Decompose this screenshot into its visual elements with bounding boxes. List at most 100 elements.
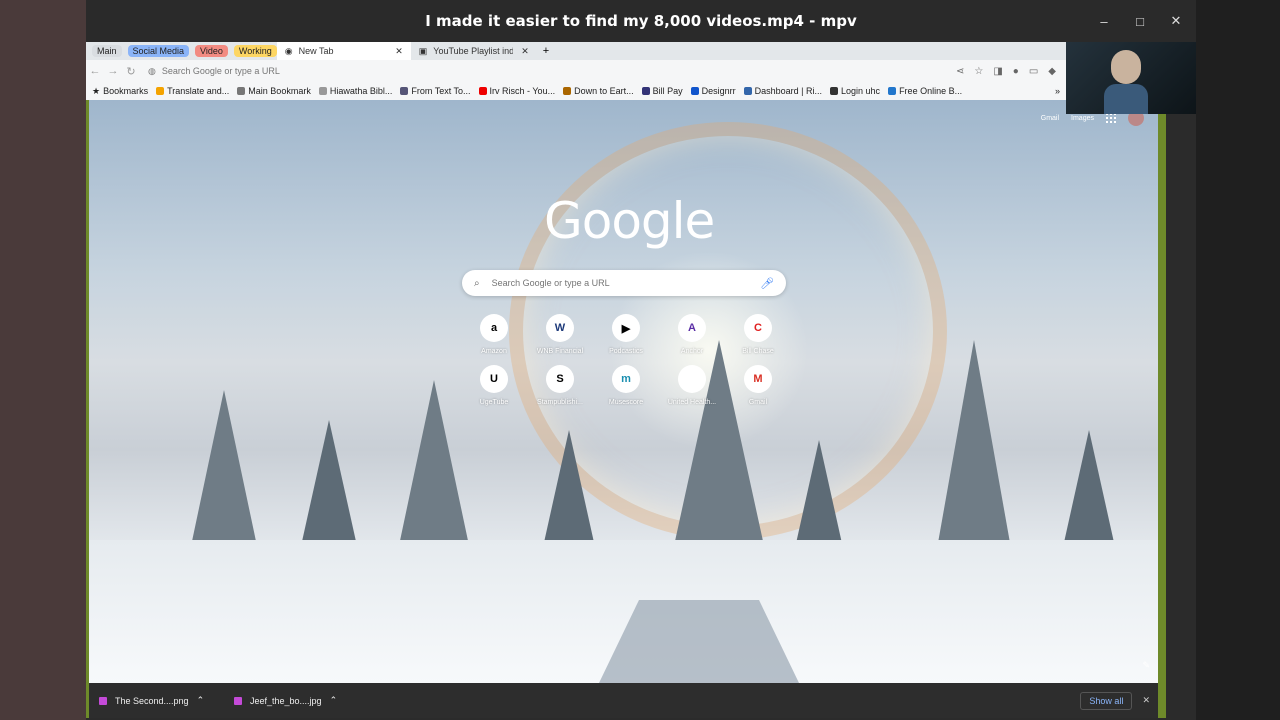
shortcut-label: UgeTube: [479, 399, 509, 406]
download-label: The Second....png: [115, 695, 189, 706]
extension-icon[interactable]: ●: [1013, 66, 1019, 77]
shortcut-label: Podcastics: [609, 348, 643, 355]
bookmark-item[interactable]: Designrr: [690, 86, 736, 96]
bookmark-label: Hiawatha Bibl...: [329, 86, 393, 96]
shortcut-bill-chase[interactable]: C Bill Chase: [725, 314, 791, 355]
bookmark-star-icon[interactable]: ☆: [974, 66, 983, 77]
show-all-button[interactable]: Show all: [1080, 691, 1133, 710]
shortcut-wnb-financial[interactable]: W WNB Financial: [527, 314, 593, 355]
extension-icon[interactable]: ◆: [1048, 66, 1056, 77]
browser-window: Main Social Media Video Working ◉ New Ta…: [86, 42, 1166, 718]
shortcut-label: Stampublishi...: [537, 399, 583, 406]
translate-icon: [156, 87, 165, 95]
bookmark-label: Bill Pay: [652, 86, 683, 96]
bookmark-item[interactable]: Bill Pay: [641, 86, 683, 96]
download-item[interactable]: Jeef_the_bo....jpg ⌃: [234, 695, 359, 706]
minimize-button[interactable]: –: [1092, 9, 1116, 33]
chevron-up-icon[interactable]: ⌃: [330, 695, 338, 706]
google-g-icon: ◍: [148, 65, 156, 76]
musescore-icon: m: [612, 365, 640, 393]
apps-grid-icon[interactable]: [1106, 113, 1116, 123]
image-file-icon: [99, 696, 107, 705]
tab-label: New Tab: [298, 46, 334, 56]
page-icon: ▣: [418, 45, 428, 56]
share-icon[interactable]: ⋖: [956, 66, 964, 77]
shortcut-stampublishing[interactable]: S Stampublishi...: [527, 365, 593, 406]
omnibox[interactable]: ◍ Search Google or type a URL: [148, 66, 828, 77]
youtube-icon: [478, 87, 487, 95]
reload-icon[interactable]: ↻: [122, 65, 140, 78]
tab-youtube-playlist[interactable]: ▣ YouTube Playlist index pa ✕: [411, 42, 537, 60]
bookmark-item[interactable]: Login uhc: [830, 86, 880, 96]
maximize-button[interactable]: □: [1128, 9, 1152, 33]
tab-close-icon[interactable]: ✕: [395, 46, 403, 57]
shortcut-united-health[interactable]: United Health...: [659, 365, 725, 406]
new-tab-icon[interactable]: +: [543, 45, 549, 57]
download-item[interactable]: The Second....png ⌃: [99, 695, 224, 706]
tab-group-social-media[interactable]: Social Media: [127, 45, 190, 57]
bookmark-item[interactable]: Irv Risch - You...: [478, 86, 556, 96]
shortcut-anchor[interactable]: A Anchor: [659, 314, 725, 355]
bookmark-label: Free Online B...: [899, 86, 963, 96]
united-health-icon: [678, 365, 706, 393]
login-icon: [830, 87, 839, 95]
tab-label: YouTube Playlist index pa: [433, 46, 514, 56]
shortcut-gmail[interactable]: M Gmail: [725, 365, 791, 406]
new-tab-page: Gmail Images Google ⌕ 🎤︎ a Amazon W WNB Fi…: [89, 100, 1158, 683]
bookmark-label: Login uhc: [841, 86, 881, 96]
shortcut-podcastics[interactable]: ▶ Podcastics: [593, 314, 659, 355]
customize-pencil-icon[interactable]: ✎: [1142, 660, 1150, 671]
bookmarks-bar: ★ Bookmarks Translate and... Main Bookmar…: [86, 82, 1066, 100]
tab-group-main[interactable]: Main: [92, 45, 122, 57]
address-bar: ← → ↻ ◍ Search Google or type a URL ⋖ ☆ …: [86, 60, 1066, 82]
bookmark-item[interactable]: Translate and...: [156, 86, 229, 96]
shortcut-amazon[interactable]: a Amazon: [461, 314, 527, 355]
images-link[interactable]: Images: [1071, 115, 1094, 122]
gmail-link[interactable]: Gmail: [1041, 115, 1059, 122]
close-download-bar-icon[interactable]: ✕: [1142, 695, 1150, 706]
tab-group-video[interactable]: Video: [195, 45, 228, 57]
tab-group-working[interactable]: Working: [233, 45, 277, 57]
shortcuts-grid: a Amazon W WNB Financial ▶ Podcastics A Anch…: [461, 314, 791, 406]
extension-icon[interactable]: ▭: [1029, 66, 1038, 77]
bookmark-item[interactable]: Free Online B...: [888, 86, 962, 96]
shortcut-ugetube[interactable]: U UgeTube: [461, 365, 527, 406]
search-icon: ⌕: [474, 277, 480, 289]
designrr-icon: [690, 87, 699, 95]
bookmark-label: Translate and...: [167, 86, 230, 96]
search-box[interactable]: ⌕ 🎤︎: [462, 270, 786, 296]
forward-icon[interactable]: →: [104, 65, 122, 77]
google-logo: Google: [544, 192, 715, 250]
star-icon: ★: [92, 85, 101, 96]
online-icon: [888, 87, 897, 95]
window-title: I made it easier to find my 8,000 videos…: [425, 12, 857, 30]
back-icon[interactable]: ←: [86, 65, 104, 77]
bookmark-item[interactable]: Hiawatha Bibl...: [318, 86, 393, 96]
bookmark-item[interactable]: Main Bookmark: [237, 86, 311, 96]
shortcut-musescore[interactable]: m Musescore: [593, 365, 659, 406]
bookmark-item[interactable]: Dashboard | Ri...: [743, 86, 823, 96]
close-button[interactable]: ✕: [1164, 9, 1188, 33]
bookmark-label: Irv Risch - You...: [489, 86, 556, 96]
bookmark-item[interactable]: ★ Bookmarks: [92, 86, 148, 97]
more-bookmarks-icon[interactable]: »: [1055, 86, 1060, 96]
shortcut-label: Gmail: [748, 399, 768, 406]
bookmark-item[interactable]: Down to Eart...: [563, 86, 634, 96]
bookmark-label: Designrr: [701, 86, 736, 96]
extension-icon[interactable]: ◨: [993, 66, 1002, 77]
bill-chase-icon: C: [744, 314, 772, 342]
shortcut-label: Amazon: [481, 348, 507, 355]
text-icon: [400, 87, 409, 95]
search-input[interactable]: [489, 277, 744, 289]
bookmark-label: Main Bookmark: [248, 86, 311, 96]
stampublishing-icon: S: [546, 365, 574, 393]
tab-new-tab[interactable]: ◉ New Tab ✕: [276, 42, 411, 60]
bookmark-item[interactable]: From Text To...: [400, 86, 471, 96]
chevron-up-icon[interactable]: ⌃: [197, 695, 205, 706]
bookmark-label: Dashboard | Ri...: [754, 86, 823, 96]
bookmark-label: From Text To...: [411, 86, 471, 96]
mpv-title-bar: I made it easier to find my 8,000 videos…: [86, 0, 1196, 42]
tab-close-icon[interactable]: ✕: [521, 46, 529, 57]
microphone-icon[interactable]: 🎤︎: [760, 277, 774, 290]
shortcut-label: Bill Chase: [742, 348, 774, 355]
